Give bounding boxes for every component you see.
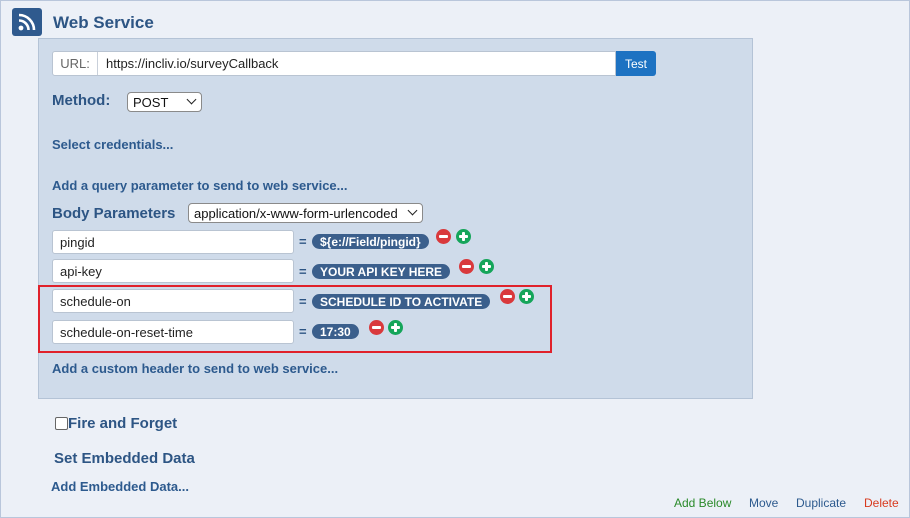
delete-link[interactable]: Delete <box>864 496 899 510</box>
param-value-pill[interactable]: ${e://Field/pingid} <box>312 234 429 249</box>
remove-param-icon[interactable] <box>436 229 451 244</box>
rss-feed-icon <box>12 8 42 36</box>
set-embedded-data-label: Set Embedded Data <box>54 450 195 467</box>
add-param-icon[interactable] <box>479 259 494 274</box>
equals-sign: = <box>299 264 307 279</box>
highlight-box <box>38 285 552 353</box>
method-selected-value: POST <box>133 94 169 110</box>
block-title: Web Service <box>53 13 154 32</box>
fire-and-forget-checkbox[interactable] <box>55 417 68 430</box>
body-parameters-label: Body Parameters <box>52 205 176 222</box>
param-key-input[interactable]: api-key <box>52 259 294 283</box>
param-key-input[interactable]: pingid <box>52 230 294 254</box>
url-input[interactable]: https://incliv.io/surveyCallback <box>98 56 278 71</box>
move-link[interactable]: Move <box>749 496 778 510</box>
url-field[interactable]: URL: https://incliv.io/surveyCallback <box>52 51 616 76</box>
web-service-block: Web Service URL: https://incliv.io/surve… <box>0 0 910 518</box>
chevron-down-icon <box>186 94 197 105</box>
method-select[interactable]: POST <box>127 92 202 112</box>
remove-param-icon[interactable] <box>459 259 474 274</box>
add-below-link[interactable]: Add Below <box>674 496 731 510</box>
test-button[interactable]: Test <box>616 51 656 76</box>
chevron-down-icon <box>407 205 418 216</box>
select-credentials-link[interactable]: Select credentials... <box>52 137 173 152</box>
equals-sign: = <box>299 234 307 249</box>
fire-and-forget-label: Fire and Forget <box>68 415 178 432</box>
add-param-icon[interactable] <box>456 229 471 244</box>
add-custom-header-link[interactable]: Add a custom header to send to web servi… <box>52 361 338 376</box>
body-encoding-select[interactable]: application/x-www-form-urlencoded <box>188 203 423 223</box>
method-label: Method: <box>52 92 111 109</box>
duplicate-link[interactable]: Duplicate <box>796 496 846 510</box>
add-embedded-data-link[interactable]: Add Embedded Data... <box>51 479 189 494</box>
url-label: URL: <box>53 52 98 75</box>
add-query-parameter-link[interactable]: Add a query parameter to send to web ser… <box>52 178 347 193</box>
param-value-pill[interactable]: YOUR API KEY HERE <box>312 264 451 279</box>
body-encoding-value: application/x-www-form-urlencoded <box>194 205 398 221</box>
